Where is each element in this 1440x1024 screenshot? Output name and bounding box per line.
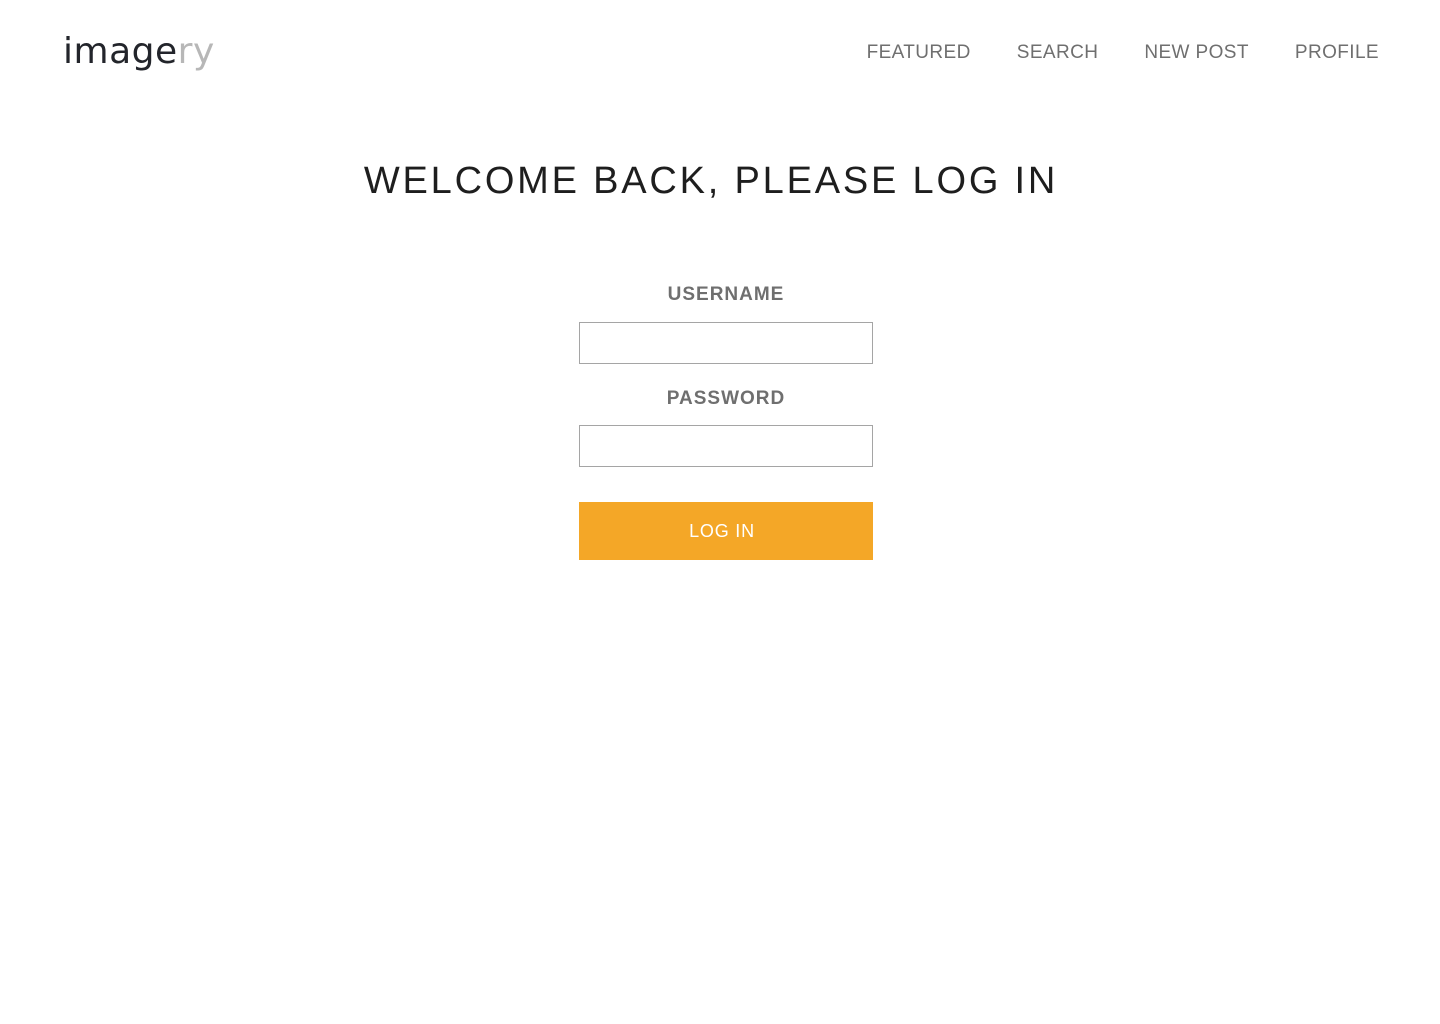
nav-search[interactable]: SEARCH [1017,42,1099,64]
nav-featured[interactable]: FEATURED [867,42,971,64]
username-input[interactable] [579,322,873,364]
login-button-label: LOG IN [689,520,755,541]
logo-text-light: ry [177,31,215,72]
page-title: WELCOME BACK, PLEASE LOG IN [363,160,1059,202]
site-header: imagery FEATURED SEARCH NEW POST PROFILE [0,0,1440,100]
site-logo[interactable]: imagery [63,30,215,74]
login-button[interactable]: LOG IN [579,502,873,560]
password-input[interactable] [579,425,873,467]
username-label: USERNAME [667,284,785,305]
logo-text-dark: image [63,31,178,72]
main-nav: FEATURED SEARCH NEW POST PROFILE [867,40,1379,66]
login-form: USERNAME PASSWORD LOG IN [579,280,873,560]
nav-profile[interactable]: PROFILE [1295,42,1379,64]
nav-new-post[interactable]: NEW POST [1144,42,1249,64]
password-label: PASSWORD [666,388,786,409]
